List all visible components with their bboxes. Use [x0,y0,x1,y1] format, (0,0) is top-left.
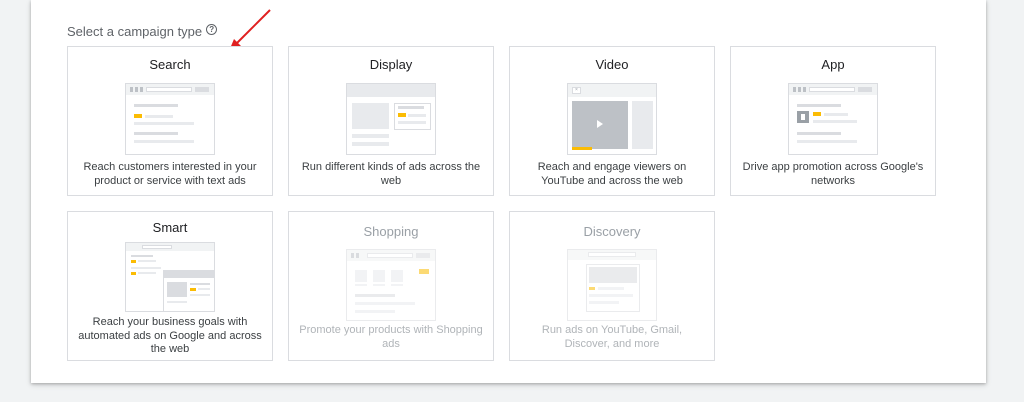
card-title: Display [369,57,413,72]
video-ad-illustration: × [567,83,657,155]
section-heading-text: Select a campaign type [67,24,203,39]
campaign-type-panel: Select a campaign type ? Search Reach cu… [31,0,986,383]
campaign-card-display[interactable]: Display Run different kinds of ads acros… [288,46,494,196]
card-title: App [821,57,845,72]
card-title: Shopping [363,224,419,239]
section-heading: Select a campaign type ? [67,24,218,39]
card-description: Reach your business goals with automated… [78,316,262,355]
campaign-card-search[interactable]: Search Reach customers interested in you… [67,46,273,196]
shopping-ad-illustration [346,249,436,321]
smart-ad-illustration [125,242,215,312]
help-icon[interactable]: ? [206,24,218,35]
card-title: Video [595,57,629,72]
campaign-card-app[interactable]: App Drive app promotion across Google's … [730,46,936,196]
card-description: Promote your products with Shopping ads [299,324,483,350]
card-description: Run ads on YouTube, Gmail, Discover, and… [541,324,683,350]
card-title: Search [149,57,191,72]
card-description: Run different kinds of ads across the we… [301,161,481,187]
card-description: Reach and engage viewers on YouTube and … [537,161,687,187]
card-title: Smart [152,220,188,235]
card-description: Drive app promotion across Google's netw… [742,161,924,187]
search-ad-illustration [125,83,215,155]
app-ad-illustration [788,83,878,155]
campaign-card-smart[interactable]: Smart Reach your business goals with aut… [67,211,273,361]
campaign-card-shopping: Shopping Promote your products with Shop… [288,211,494,361]
card-description: Reach customers interested in your produ… [83,161,257,187]
campaign-card-discovery: Discovery Run ads on YouTube, Gmail, Dis… [509,211,715,361]
display-ad-illustration [346,83,436,155]
discovery-ad-illustration [567,249,657,321]
card-title: Discovery [583,224,641,239]
campaign-card-video[interactable]: Video × Reach and engage viewers on YouT… [509,46,715,196]
